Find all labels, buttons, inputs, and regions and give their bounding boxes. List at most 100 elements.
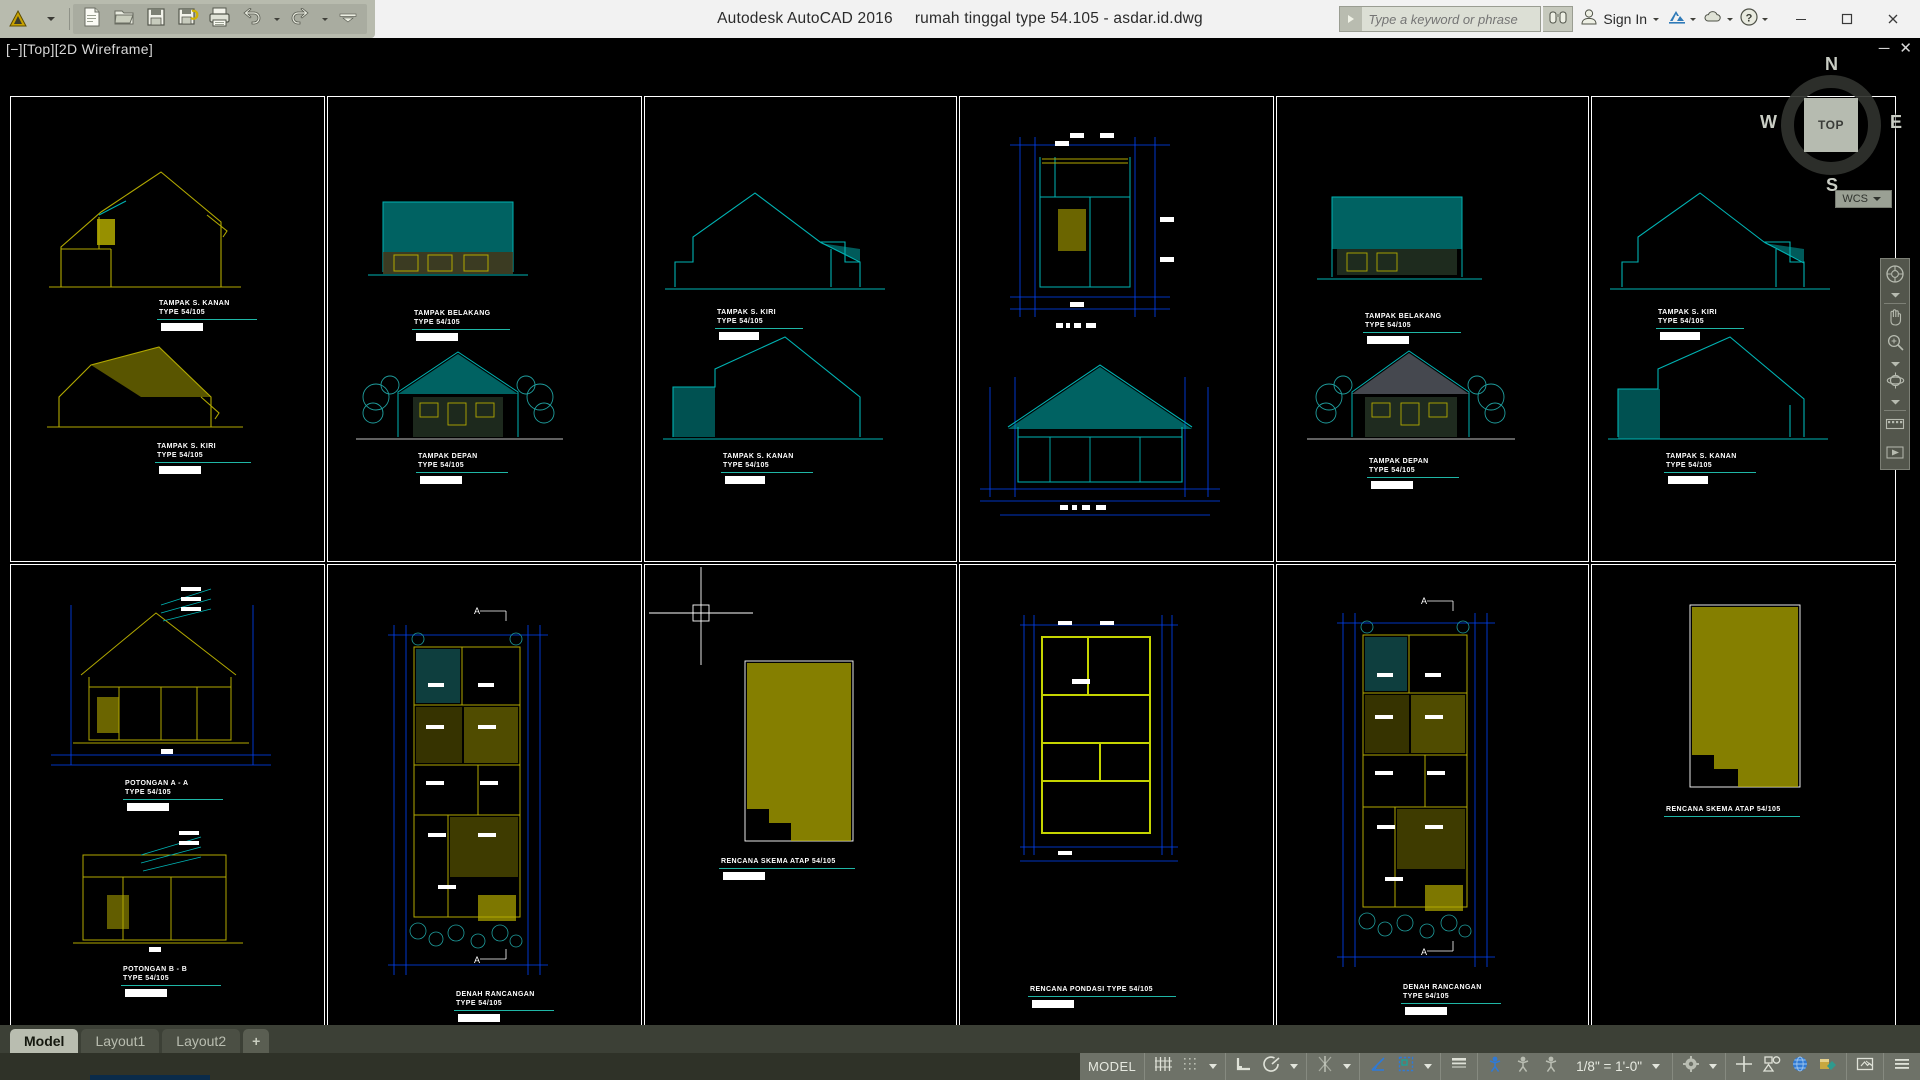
hardware-acceleration-button[interactable]	[1730, 1054, 1758, 1079]
plot-button[interactable]	[205, 4, 235, 34]
info-search-box[interactable]	[1339, 6, 1542, 32]
orbit-button[interactable]	[1881, 370, 1909, 396]
drawing-title: TAMPAK S. KIRI	[157, 443, 217, 450]
minimize-button[interactable]	[1778, 0, 1824, 38]
viewcube-north[interactable]: N	[1825, 54, 1838, 75]
help-button[interactable]: ?	[1737, 6, 1770, 32]
sheet-4[interactable]	[959, 96, 1274, 562]
ucs-selector[interactable]: WCS	[1835, 190, 1892, 208]
snap-dropdown-icon[interactable]	[1209, 1064, 1218, 1069]
sheet-12[interactable]: RENCANA SKEMA ATAP 54/105	[1591, 564, 1896, 1026]
sign-in-button[interactable]: Sign In	[1575, 6, 1663, 32]
chevron-down-icon[interactable]	[1762, 17, 1768, 21]
lineweight-button[interactable]	[1445, 1054, 1473, 1079]
polar-dropdown-icon[interactable]	[1290, 1064, 1299, 1069]
autoscale-button[interactable]	[1510, 1054, 1538, 1079]
sheet-9[interactable]: RENCANA SKEMA ATAP 54/105	[644, 564, 957, 1026]
search-expand-icon[interactable]	[1340, 7, 1363, 31]
sheet-1[interactable]: TAMPAK S. KANAN TYPE 54/105 TAMPAK S. KI…	[10, 96, 325, 562]
pan-button[interactable]	[1881, 306, 1909, 332]
annotation-scale-button[interactable]: 1/8" = 1'-0"	[1566, 1054, 1668, 1079]
drawing-canvas[interactable]: [−][Top][2D Wireframe] ─ ✕ TAMPAK S. KAN…	[0, 38, 1920, 1041]
application-menu-button[interactable]	[3, 4, 33, 34]
osnap-tracking-dropdown-icon[interactable]	[1343, 1064, 1352, 1069]
sheet-3[interactable]: TAMPAK S. KIRI TYPE 54/105 TAMPAK S. KAN…	[644, 96, 957, 562]
chevron-down-icon[interactable]	[1653, 17, 1659, 21]
search-button[interactable]	[1543, 6, 1574, 32]
sheet-10[interactable]: RENCANA PONDASI TYPE 54/105	[959, 564, 1274, 1026]
showmotion-thumbnail[interactable]	[1881, 439, 1909, 465]
search-input[interactable]	[1362, 7, 1541, 31]
nav-separator	[1884, 303, 1906, 304]
object-snap-tracking-button[interactable]	[1311, 1054, 1339, 1079]
viewcube-west[interactable]: W	[1760, 112, 1777, 133]
tab-layout2[interactable]: Layout2	[162, 1029, 241, 1053]
sheet-11[interactable]: A A DENAH RANCANGAN TYPE 54/105	[1276, 564, 1589, 1026]
sheet-8[interactable]: A A DENAH RANCANGAN TYPE 54/105	[327, 564, 642, 1026]
drawing-subtitle: TYPE 54/105	[159, 309, 206, 316]
redo-button[interactable]	[285, 4, 315, 34]
title-underline	[1367, 477, 1459, 478]
add-layout-button[interactable]: +	[243, 1029, 270, 1053]
model-space-button[interactable]: MODEL	[1084, 1054, 1140, 1079]
autodesk-exchange-button[interactable]	[1665, 6, 1698, 32]
status-group-grid-snap	[1145, 1053, 1227, 1080]
save-drawing-button[interactable]	[141, 4, 171, 34]
sheet-5[interactable]: TAMPAK BELAKANG TYPE 54/105 TAMPAK DEPAN…	[1276, 96, 1589, 562]
osnap-tracking-icon	[1315, 1055, 1335, 1078]
lock-ui-button[interactable]	[1851, 1054, 1879, 1079]
scale-dropdown-icon[interactable]	[1652, 1064, 1660, 1069]
zoom-button[interactable]	[1881, 332, 1909, 358]
save-as-button[interactable]	[173, 4, 203, 34]
tab-model[interactable]: Model	[10, 1029, 79, 1053]
viewcube-top-face[interactable]: TOP	[1804, 98, 1858, 152]
qat-dropdown-button[interactable]	[35, 4, 65, 34]
wheel-dropdown[interactable]	[1881, 289, 1909, 301]
redo-dropdown[interactable]	[317, 4, 331, 34]
title-underline	[123, 799, 223, 800]
isolate-objects-button[interactable]	[1758, 1054, 1786, 1079]
customize-qat-button[interactable]	[333, 4, 363, 34]
hand-icon	[1886, 307, 1905, 331]
showmotion-button[interactable]	[1881, 413, 1909, 439]
osnap-dropdown-icon[interactable]	[1424, 1064, 1433, 1069]
annotation-visibility-button[interactable]	[1482, 1054, 1510, 1079]
viewport-label[interactable]: [−][Top][2D Wireframe]	[6, 41, 153, 57]
view-cube[interactable]: TOP N S W E	[1760, 54, 1902, 195]
viewcube-east[interactable]: E	[1890, 112, 1902, 133]
workspace-switching-button[interactable]	[1677, 1054, 1705, 1079]
customization-button[interactable]	[1888, 1054, 1916, 1079]
3d-object-snap-button[interactable]	[1364, 1054, 1392, 1079]
ortho-mode-button[interactable]	[1230, 1054, 1258, 1079]
sheet-2[interactable]: TAMPAK BELAKANG TYPE 54/105 TAMPAK DEPAN…	[327, 96, 642, 562]
chevron-down-icon[interactable]	[1727, 17, 1733, 21]
workspace-dropdown-icon[interactable]	[1709, 1064, 1717, 1069]
zoom-dropdown[interactable]	[1881, 358, 1909, 370]
autoscale-icon	[1514, 1055, 1534, 1078]
sheet-7[interactable]: POTONGAN A - A TYPE 54/105 POTONGAN B - …	[10, 564, 325, 1026]
undo-button[interactable]	[237, 4, 267, 34]
chevron-down-icon[interactable]	[1690, 17, 1696, 21]
display-drawing-grid-button[interactable]	[1149, 1054, 1177, 1079]
annotation-sync-button[interactable]	[1538, 1054, 1566, 1079]
viewport-close[interactable]: ✕	[1899, 41, 1912, 56]
viewport-minimize[interactable]: ─	[1879, 41, 1890, 56]
polar-tracking-button[interactable]	[1258, 1054, 1286, 1079]
open-drawing-button[interactable]	[109, 4, 139, 34]
navigation-bar[interactable]	[1880, 258, 1910, 470]
undo-dropdown[interactable]	[269, 4, 283, 34]
clean-screen-button[interactable]	[1814, 1054, 1842, 1079]
full-navigation-wheel-button[interactable]	[1881, 263, 1909, 289]
drawing-title: TAMPAK S. KANAN	[159, 300, 230, 307]
cloud-button[interactable]	[1700, 6, 1735, 32]
new-drawing-button[interactable]	[77, 4, 107, 34]
orbit-dropdown[interactable]	[1881, 396, 1909, 408]
maximize-button[interactable]	[1824, 0, 1870, 38]
graphics-performance-button[interactable]	[1786, 1054, 1814, 1079]
object-snap-button[interactable]	[1392, 1054, 1420, 1079]
close-button[interactable]	[1870, 0, 1916, 38]
drawing-subtitle: TYPE 54/105	[1658, 318, 1705, 325]
snap-mode-button[interactable]	[1177, 1054, 1205, 1079]
tab-layout1[interactable]: Layout1	[81, 1029, 160, 1053]
title-tag	[127, 803, 169, 811]
